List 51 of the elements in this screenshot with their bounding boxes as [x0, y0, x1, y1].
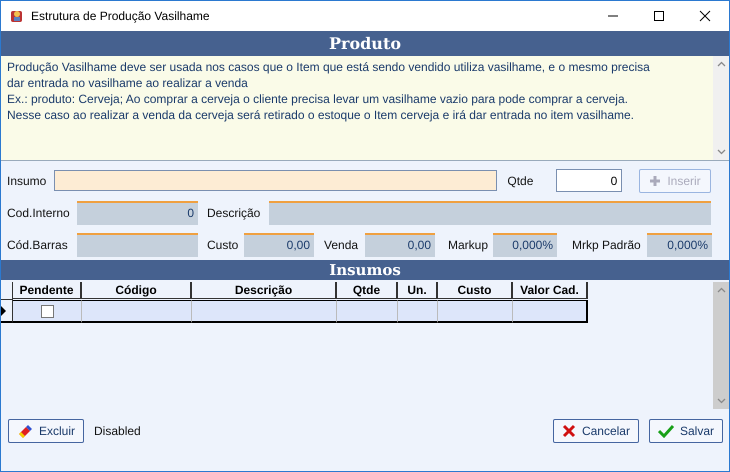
- eraser-icon: [17, 424, 33, 438]
- field-label: Insumo: [7, 174, 46, 188]
- section-header: Produto: [1, 31, 729, 56]
- plus-icon: [649, 174, 662, 186]
- column-header[interactable]: Código: [82, 282, 192, 299]
- table-cell: [398, 300, 438, 323]
- cod-interno-field: 0: [77, 200, 198, 224]
- status-text: Disabled: [94, 424, 141, 438]
- field-label: Descrição: [207, 206, 262, 220]
- excluir-button[interactable]: Excluir: [8, 419, 84, 443]
- column-header[interactable]: Valor Cad.: [513, 282, 588, 299]
- table-cell: [337, 300, 398, 323]
- column-header[interactable]: Custo: [438, 282, 513, 299]
- description-line: Nesse caso ao realizar a venda da cerveja será retirado o estoque o Item cerveja e irá dar entrada no item vasilhame.: [7, 107, 635, 123]
- venda-field: 0,00: [365, 232, 435, 256]
- field-label: Mrkp Padrão: [572, 238, 642, 252]
- section-header: Insumos: [1, 260, 729, 280]
- salvar-button[interactable]: Salvar: [648, 419, 723, 443]
- column-header[interactable]: Qtde: [337, 282, 398, 299]
- column-header[interactable]: Pendente: [13, 282, 82, 299]
- field-label: Custo: [207, 238, 240, 252]
- scroll-down-icon[interactable]: [716, 149, 726, 155]
- qtde-field[interactable]: 0: [556, 169, 622, 192]
- scrollbar[interactable]: [713, 56, 729, 160]
- mrkp-padrao-field: 0,000%: [647, 232, 712, 256]
- scroll-up-icon[interactable]: [716, 287, 726, 293]
- field-label: Cód.Barras: [7, 238, 69, 252]
- close-icon[interactable]: [699, 10, 711, 22]
- scrollbar[interactable]: [713, 282, 729, 409]
- insumo-field[interactable]: [54, 170, 498, 191]
- cancelar-button[interactable]: Cancelar: [552, 419, 639, 443]
- maximize-icon[interactable]: [653, 10, 665, 22]
- description-line: Ex.: produto: Cerveja; Ao comprar a cerveja o cliente precisa levar um vasilhame vazio para pode comprar a cerveja.: [7, 91, 629, 107]
- custo-field: 0,00: [244, 232, 314, 256]
- row-indicator-icon: [1, 306, 6, 316]
- field-label: Cod.Interno: [7, 206, 71, 220]
- window-title: Estrutura de Produção Vasilhame: [31, 9, 210, 23]
- close-icon: [562, 424, 576, 438]
- checkbox[interactable]: [40, 304, 54, 318]
- field-label: Venda: [324, 238, 360, 252]
- checkmark-icon: [658, 424, 674, 438]
- description-line: dar entrada no vasilhame ao realizar a venda: [7, 75, 249, 91]
- app-icon: [9, 8, 25, 24]
- scroll-up-icon[interactable]: [716, 61, 726, 67]
- field-label: Markup: [448, 238, 490, 252]
- column-header[interactable]: Descrição: [192, 282, 337, 299]
- column-header[interactable]: Un.: [398, 282, 438, 299]
- description-line: Produção Vasilhame deve ser usada nos casos que o Item que está sendo vendido utiliza vasilhame, e o mesmo precisa: [7, 59, 651, 75]
- markup-field: 0,000%: [493, 232, 557, 256]
- scroll-down-icon[interactable]: [716, 398, 726, 404]
- field-label: Qtde: [507, 174, 534, 188]
